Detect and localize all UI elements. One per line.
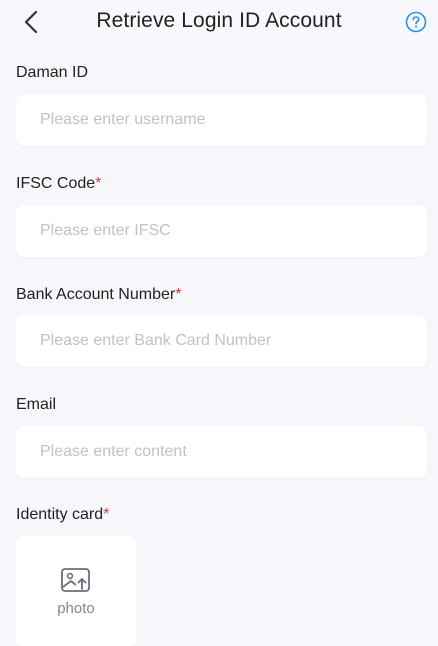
daman-id-label-text: Daman ID [16,64,89,81]
upload-photo-label: photo [57,600,95,617]
bank-account-number-label-text: Bank Account Number [16,286,176,303]
ifsc-code-input[interactable] [16,205,410,257]
ifsc-code-label-text: IFSC Code [16,175,96,192]
email-label: Email [16,396,56,414]
image-upload-icon [61,568,90,592]
help-button[interactable] [405,11,427,33]
question-circle-icon[interactable] [405,11,427,33]
identity-card-label-text: Identity card [16,506,104,523]
page-title: Retrieve Login ID Account [96,9,342,32]
email-field-box [16,426,427,478]
daman-id-input[interactable] [16,94,410,146]
bank-account-number-label: Bank Account Number* [16,286,181,304]
required-marker: * [175,286,182,303]
ifsc-code-field-box [16,205,427,257]
ifsc-code-label: IFSC Code* [16,175,101,193]
bank-account-number-input[interactable] [16,315,410,367]
email-input[interactable] [16,426,410,478]
required-marker: * [103,506,110,523]
required-marker: * [95,175,102,192]
daman-id-field-box [16,94,427,146]
identity-card-upload-button[interactable]: photo [16,536,136,646]
header-bar: Retrieve Login ID Account [0,0,438,46]
email-label-text: Email [16,396,57,413]
bank-account-number-field-box [16,315,427,367]
identity-card-label: Identity card* [16,506,109,524]
daman-id-label: Daman ID [16,64,88,82]
